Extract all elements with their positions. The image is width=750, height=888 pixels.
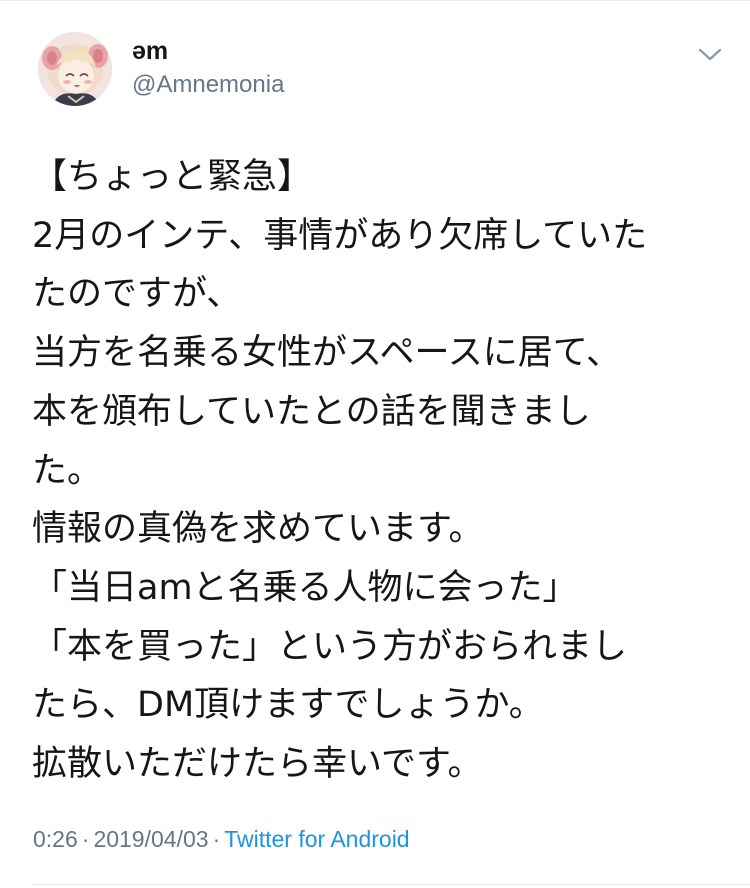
tweet-metadata: 0:26 · 2019/04/03 · Twitter for Android: [33, 824, 410, 854]
tweet-source-link[interactable]: Twitter for Android: [224, 826, 409, 852]
meta-separator: ·: [212, 826, 221, 852]
tweet-line: たのですが、: [32, 274, 242, 315]
tweet-line: 当方を名乗る女性がスペースに居て、: [32, 333, 622, 374]
tweet-line: 「本を買った」という方がおられまし: [32, 626, 628, 667]
tweet-line: 【ちょっと緊急】: [32, 157, 313, 197]
tweet-line: 「当日amと名乗る人物に会った」: [32, 567, 578, 608]
bottom-divider: [32, 884, 750, 885]
tweet-line: 2月のインテ、事情があり欠席していた: [32, 215, 648, 256]
author-display-name[interactable]: əm: [132, 36, 168, 66]
tweet-card: əm @Amnemonia 【ちょっと緊急】 2月のインテ、事情があり欠席してい…: [0, 0, 750, 888]
tweet-line: 本を頒布していたとの話を聞きまし: [32, 391, 591, 432]
tweet-date[interactable]: 2019/04/03: [93, 826, 208, 852]
avatar[interactable]: [38, 32, 112, 106]
tweet-menu-button[interactable]: [688, 40, 732, 70]
author-handle[interactable]: @Amnemonia: [132, 70, 284, 100]
chevron-down-icon: [698, 48, 722, 61]
tweet-line: たら、DM頂けますでしょうか。: [32, 685, 544, 726]
tweet-line: 拡散いただけたら幸いです。: [32, 744, 483, 785]
tweet-time[interactable]: 0:26: [33, 826, 78, 852]
meta-separator: ·: [81, 826, 90, 852]
tweet-line: 情報の真偽を求めています。: [32, 509, 484, 550]
tweet-line: た。: [32, 450, 103, 491]
avatar-image: [38, 32, 112, 106]
tweet-text: 【ちょっと緊急】 2月のインテ、事情があり欠席していた たのですが、 当方を名乗…: [32, 148, 732, 794]
